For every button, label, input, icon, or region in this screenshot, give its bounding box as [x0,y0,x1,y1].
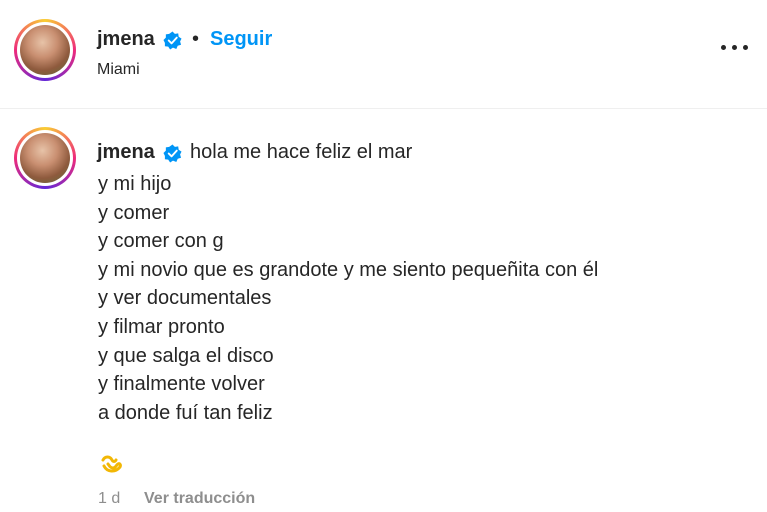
caption-line: y mi hijo [98,173,172,195]
caption-line: y comer [98,201,170,224]
caption-line: a donde fuí tan feliz [98,401,273,424]
caption-username[interactable]: jmena [97,141,155,164]
verified-badge-icon [163,31,182,50]
avatar-photo [20,25,70,75]
caption-line: y finalmente volver [98,373,265,396]
separator-dot: • [192,28,200,50]
caption-first-line: hola me hace feliz el mar [190,141,413,163]
caption-line: y comer con g [98,230,224,253]
verified-badge-icon [163,144,182,163]
caption-line: y ver documentales [98,287,272,310]
profile-avatar[interactable] [14,19,76,81]
caption-line: y filmar pronto [98,315,225,338]
caption-avatar[interactable] [14,127,76,189]
caption-line: y mi novio que es grandote y me siento p… [98,258,599,281]
location-link[interactable]: Miami [97,61,140,79]
see-translation-link[interactable]: Ver traducción [144,490,255,508]
more-options-icon[interactable] [721,42,749,52]
post-time: 1 d [98,490,121,507]
post-header: jmena • Seguir Miami [0,0,767,109]
caption-text: y mi hijo y comer y comer con g y mi nov… [98,170,598,427]
wave-emoji-icon [101,455,122,473]
follow-button[interactable]: Seguir [210,28,272,51]
header-username[interactable]: jmena [97,28,155,51]
caption-line: y que salga el disco [98,344,274,367]
avatar-photo [20,133,70,183]
